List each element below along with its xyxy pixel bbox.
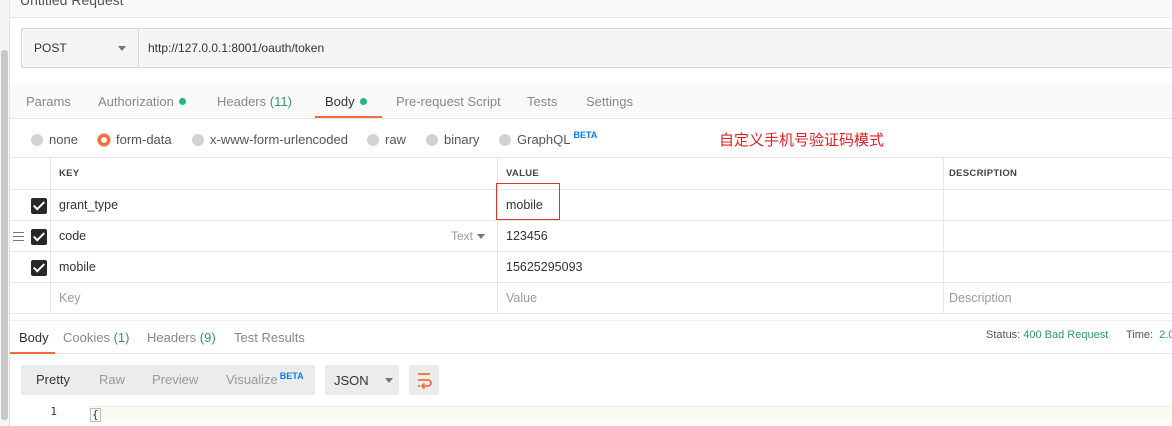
wrap-lines-button[interactable] — [409, 365, 439, 395]
url-text: http://127.0.0.1:8001/oauth/token — [148, 41, 325, 55]
response-editor[interactable]: 1 { — [10, 402, 1172, 426]
status-dot-icon — [359, 98, 367, 105]
table-row: code Text 123456 — [10, 221, 1172, 252]
radio-circle-icon — [367, 133, 379, 146]
table-row-empty: Key Value Description — [10, 283, 1172, 314]
view-mode-preview[interactable]: Preview — [152, 372, 198, 387]
response-headers-count: (9) — [199, 330, 216, 345]
status-badge[interactable]: 400 Bad Request — [1023, 329, 1108, 341]
response-tab-test-results[interactable]: Test Results — [234, 330, 305, 345]
annotation-text: 自定义手机号验证码模式 — [719, 132, 885, 149]
key-cell[interactable]: code Text — [59, 221, 497, 251]
form-data-table: KEY VALUE DESCRIPTION grant_type mobile … — [10, 158, 1172, 314]
code-line: { — [90, 406, 1172, 422]
radio-x-www-form-urlencoded[interactable]: x-www-form-urlencoded — [192, 132, 348, 147]
response-tab-headers[interactable]: Headers (9) — [147, 330, 216, 345]
url-bar: POST http://127.0.0.1:8001/oauth/token — [21, 28, 1172, 68]
response-tabs: Body Cookies (1) Headers (9) Test Result… — [10, 320, 1172, 354]
radio-circle-icon — [31, 133, 43, 146]
chevron-down-icon — [118, 45, 126, 51]
radio-circle-icon — [426, 133, 438, 146]
body-type-selector: none form-data x-www-form-urlencoded raw… — [10, 120, 1172, 158]
request-title[interactable]: Untitled Request — [20, 0, 124, 8]
request-title-bar: Untitled Request — [10, 0, 1172, 18]
tab-params[interactable]: Params — [26, 94, 71, 109]
radio-none[interactable]: none — [31, 132, 78, 147]
radio-binary[interactable]: binary — [426, 132, 479, 147]
code-brace: { — [90, 408, 101, 422]
tab-body[interactable]: Body — [325, 94, 367, 109]
column-header-value: VALUE — [497, 158, 943, 189]
line-number: 1 — [50, 405, 57, 418]
beta-badge: BETA — [573, 129, 598, 140]
description-input[interactable]: Description — [943, 283, 1172, 313]
view-mode-pretty[interactable]: Pretty — [36, 372, 70, 387]
column-header-description: DESCRIPTION — [943, 158, 1172, 189]
value-input[interactable]: Value — [497, 283, 943, 313]
value-cell[interactable]: 123456 — [497, 221, 943, 251]
tab-headers[interactable]: Headers (11) — [217, 94, 292, 109]
url-input[interactable]: http://127.0.0.1:8001/oauth/token — [139, 29, 1172, 67]
headers-count: (11) — [269, 94, 292, 109]
view-mode-visualize[interactable]: Visualize BETA — [226, 371, 304, 387]
key-type-select[interactable]: Text — [451, 229, 485, 243]
response-tab-body[interactable]: Body — [19, 330, 49, 345]
checkbox-checked-icon[interactable] — [31, 260, 47, 276]
request-tabs: Params Authorization Headers (11) Body P… — [10, 84, 1172, 119]
radio-selected-icon — [98, 133, 110, 146]
key-cell[interactable]: mobile — [59, 252, 497, 282]
highlight-box — [496, 183, 560, 220]
tab-pre-request-script[interactable]: Pre-request Script — [396, 94, 501, 109]
radio-circle-icon — [192, 133, 204, 146]
left-scroll-strip — [0, 0, 10, 426]
value-cell[interactable]: 15625295093 — [497, 252, 943, 282]
radio-form-data[interactable]: form-data — [98, 132, 172, 147]
beta-badge: BETA — [279, 371, 304, 381]
chevron-down-icon — [477, 233, 485, 239]
response-time: Time: 2.0 — [1126, 329, 1172, 341]
key-cell[interactable]: grant_type — [59, 190, 497, 220]
sidebar-scrollbar[interactable] — [1, 50, 8, 420]
view-mode-segmented: Pretty Raw Preview Visualize BETA — [21, 365, 315, 395]
active-tab-indicator — [10, 352, 55, 354]
table-header-row: KEY VALUE DESCRIPTION — [10, 158, 1172, 190]
key-input[interactable]: Key — [59, 283, 497, 313]
method-select[interactable]: POST — [22, 29, 139, 67]
response-tab-cookies[interactable]: Cookies (1) — [63, 330, 129, 345]
method-label: POST — [34, 41, 67, 55]
wrap-lines-icon — [418, 373, 432, 390]
tab-authorization[interactable]: Authorization — [98, 94, 186, 109]
table-row: grant_type mobile — [10, 190, 1172, 221]
cookies-count: (1) — [113, 330, 130, 345]
line-gutter: 1 — [10, 402, 70, 426]
time-value[interactable]: 2.0 — [1159, 329, 1172, 341]
tab-settings[interactable]: Settings — [586, 94, 633, 109]
tab-tests[interactable]: Tests — [527, 94, 557, 109]
column-header-key: KEY — [59, 168, 80, 179]
radio-circle-icon — [499, 133, 511, 146]
response-status: Status: 400 Bad Request — [986, 329, 1109, 341]
description-cell[interactable] — [943, 252, 1172, 282]
description-cell[interactable] — [943, 190, 1172, 220]
view-mode-raw[interactable]: Raw — [99, 372, 125, 387]
chevron-down-icon — [384, 377, 393, 383]
radio-graphql[interactable]: GraphQL BETA — [499, 129, 598, 147]
radio-raw[interactable]: raw — [367, 132, 406, 147]
format-select[interactable]: JSON — [325, 365, 399, 395]
status-dot-icon — [178, 98, 186, 105]
active-tab-indicator — [315, 116, 382, 118]
value-cell[interactable]: mobile — [497, 190, 943, 220]
drag-handle-icon[interactable] — [13, 232, 24, 241]
checkbox-checked-icon[interactable] — [31, 229, 47, 245]
table-row: mobile 15625295093 — [10, 252, 1172, 283]
description-cell[interactable] — [943, 221, 1172, 251]
checkbox-checked-icon[interactable] — [31, 198, 47, 214]
